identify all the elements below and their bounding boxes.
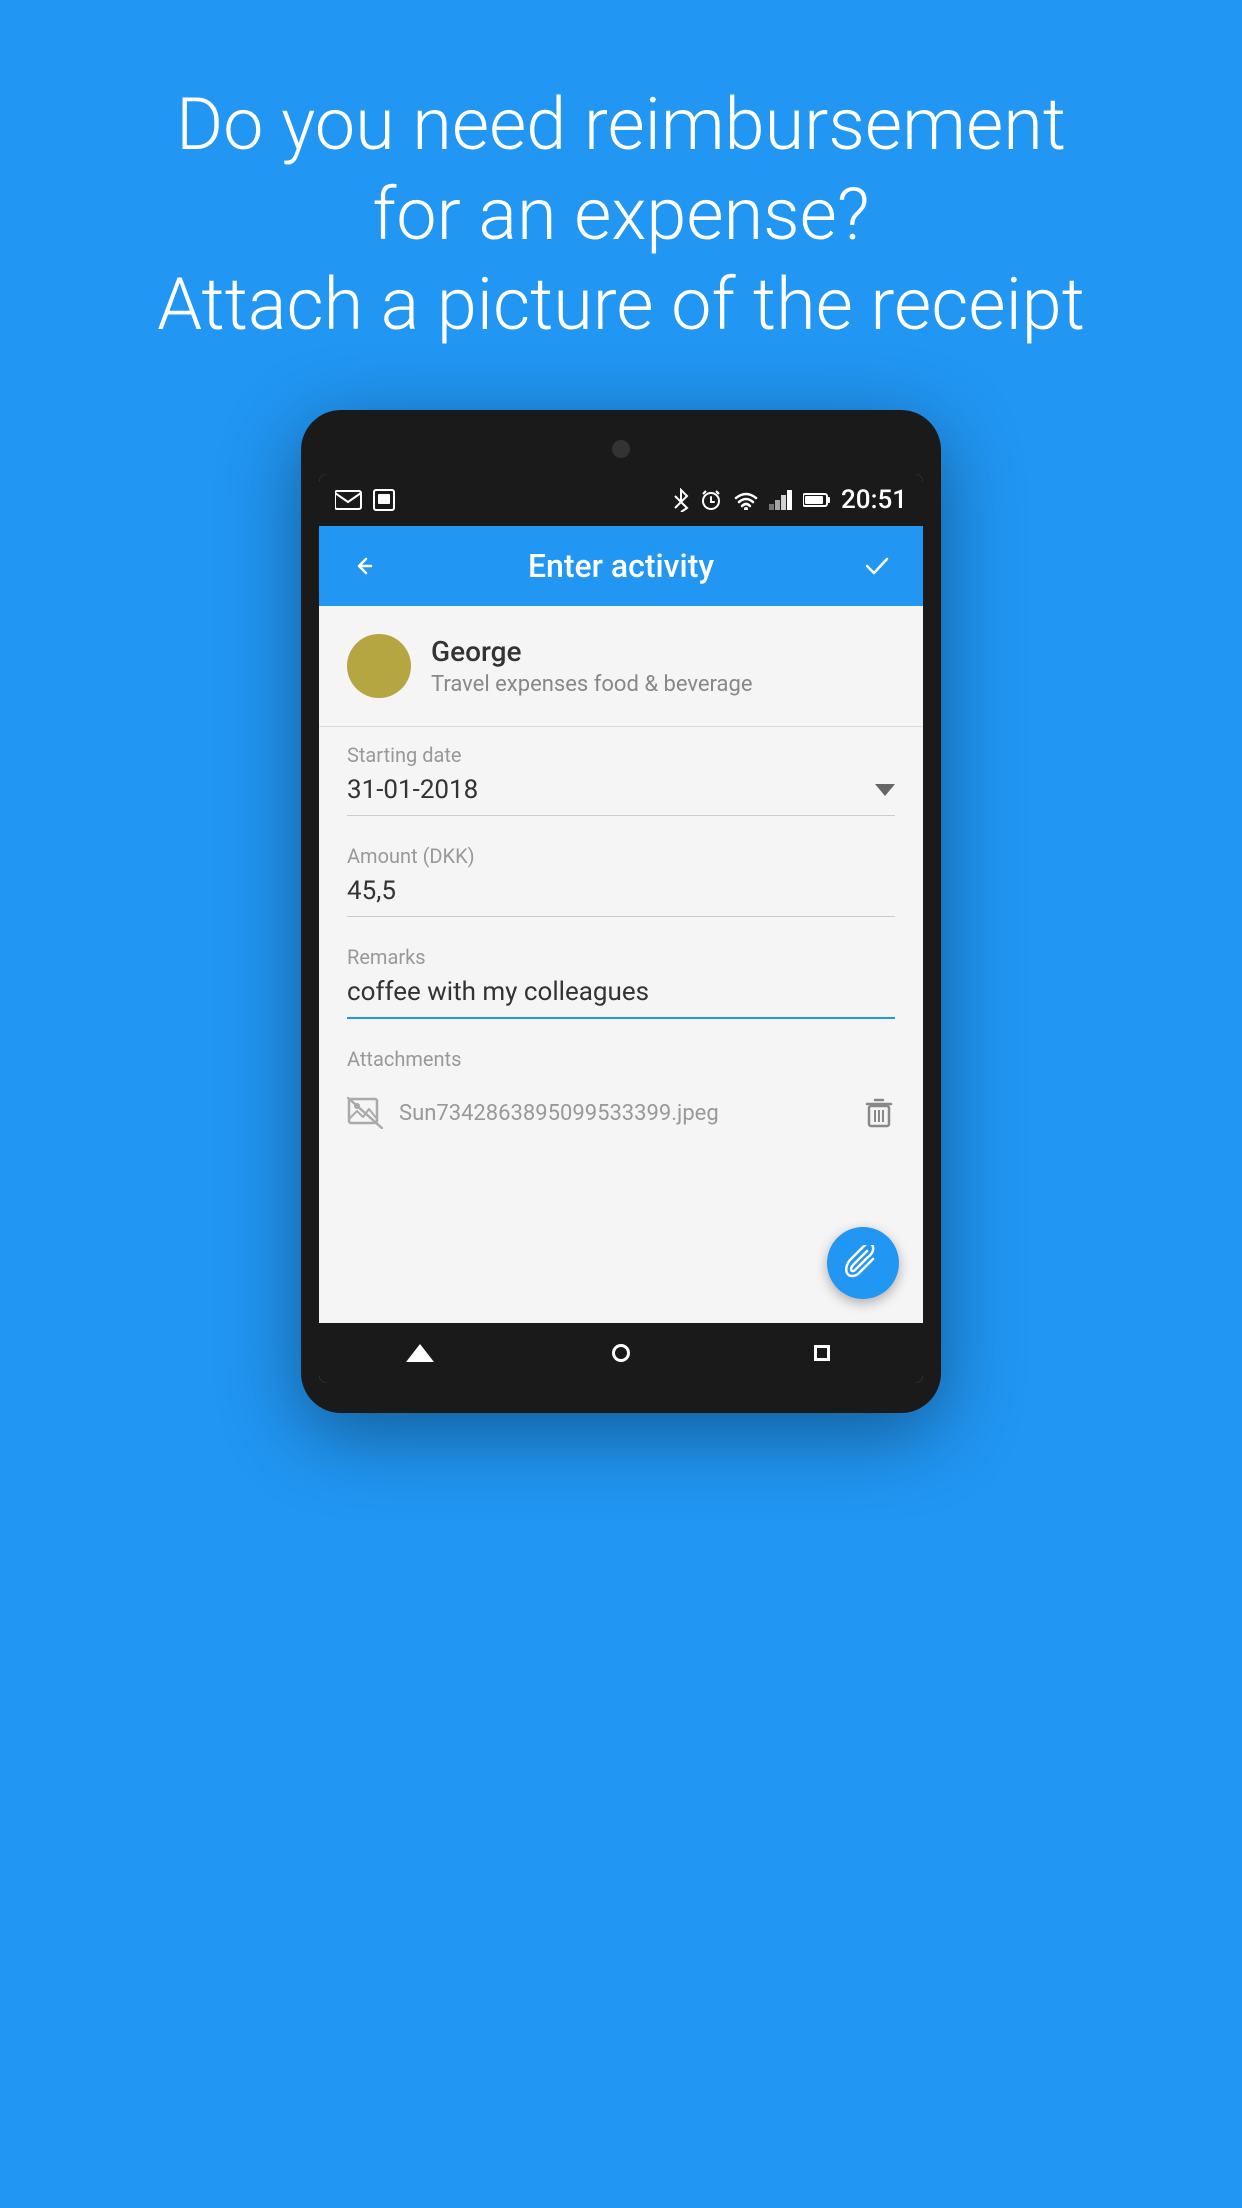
nav-back-button[interactable] [395,1328,445,1378]
bottom-nav [319,1323,923,1383]
starting-date-value[interactable]: 31-01-2018 [347,775,895,816]
nav-home-button[interactable] [596,1328,646,1378]
status-right-icons: 20:51 [673,485,907,515]
user-info: George Travel expenses food & beverage [431,635,753,697]
remarks-field[interactable]: Remarks coffee with my colleagues [319,929,923,1031]
user-name: George [431,635,753,668]
attachments-section: Attachments Sun7342863895099533399.jpeg [319,1031,923,1163]
status-time: 20:51 [841,485,907,515]
amount-value[interactable]: 45,5 [347,876,895,917]
back-nav-icon [406,1344,434,1362]
remarks-label: Remarks [347,945,895,969]
recent-nav-icon [814,1345,830,1361]
starting-date-field[interactable]: Starting date 31-01-2018 [319,727,923,828]
attachments-label: Attachments [347,1047,895,1071]
amount-field[interactable]: Amount (DKK) 45,5 [319,828,923,929]
app-bar-title: Enter activity [387,547,855,585]
wifi-icon [733,490,759,510]
user-subtitle: Travel expenses food & beverage [431,672,753,697]
bluetooth-icon [673,488,689,512]
delete-attachment-button[interactable] [863,1095,895,1131]
phone-camera [612,440,630,458]
amount-text: 45,5 [347,876,396,906]
attach-fab-button[interactable] [827,1227,899,1299]
avatar [347,634,411,698]
phone-screen: 20:51 Enter activity George Travel expe [319,474,923,1383]
hero-line3: Attach a picture of the receipt [157,262,1085,347]
broken-image-icon [347,1095,383,1131]
hero-line2: for an expense? [372,172,869,257]
starting-date-label: Starting date [347,743,895,767]
dropdown-arrow-icon [875,784,895,796]
hero-text: Do you need reimbursement for an expense… [77,0,1165,410]
user-row: George Travel expenses food & beverage [319,606,923,727]
status-left-icons [335,489,395,511]
nav-recent-button[interactable] [797,1328,847,1378]
notification-icon1 [335,489,363,511]
remarks-value[interactable]: coffee with my colleagues [347,977,895,1019]
signal-icon [769,490,793,510]
status-bar: 20:51 [319,474,923,526]
confirm-button[interactable] [855,544,899,588]
hero-line1: Do you need reimbursement [176,82,1066,167]
phone-mockup: 20:51 Enter activity George Travel expe [301,410,941,1413]
paperclip-icon [845,1245,881,1281]
back-button[interactable] [343,544,387,588]
notification-icon2 [373,489,395,511]
battery-icon [803,492,831,508]
amount-label: Amount (DKK) [347,844,895,868]
fab-container [319,1163,923,1323]
date-text: 31-01-2018 [347,775,478,805]
alarm-icon [699,488,723,512]
home-nav-icon [612,1344,630,1362]
attachment-filename: Sun7342863895099533399.jpeg [399,1101,847,1126]
remarks-text: coffee with my colleagues [347,977,649,1007]
attachment-item: Sun7342863895099533399.jpeg [347,1079,895,1147]
app-bar: Enter activity [319,526,923,606]
